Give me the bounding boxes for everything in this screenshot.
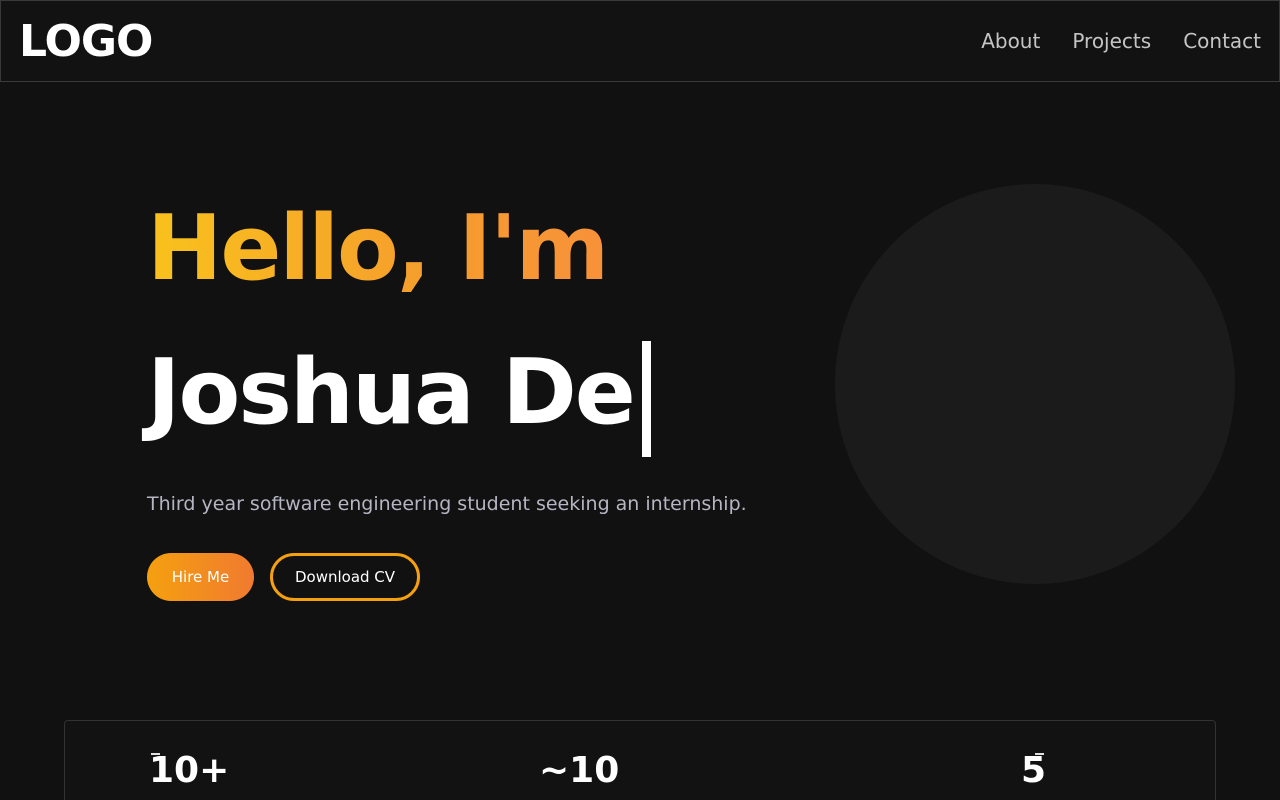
stat-item: 10+ [149, 749, 229, 793]
hero-section: Hello, I'm Joshua De Third year software… [147, 195, 807, 601]
stat-value: 10+ [149, 750, 230, 791]
hero-tagline: Third year software engineering student … [147, 493, 747, 515]
nav-link-contact[interactable]: Contact [1183, 29, 1261, 53]
stats-panel: 10+ ~10 5 [64, 720, 1216, 800]
hero-greeting: Hello, I'm [147, 196, 609, 301]
hero-name: Joshua De [147, 340, 636, 445]
hero-name-row: Joshua De [147, 335, 807, 457]
stat-dash [1035, 753, 1044, 755]
top-navbar: LOGO About Projects Contact [0, 0, 1280, 82]
download-cv-button[interactable]: Download CV [270, 553, 420, 601]
nav-link-projects[interactable]: Projects [1072, 29, 1151, 53]
hero-actions: Hire Me Download CV [147, 553, 807, 601]
nav-links: About Projects Contact [981, 29, 1261, 53]
logo[interactable]: LOGO [19, 16, 153, 67]
typing-cursor [641, 341, 651, 457]
stat-item: ~10 [539, 749, 619, 793]
nav-link-about[interactable]: About [981, 29, 1040, 53]
hero-image-placeholder [835, 184, 1235, 584]
hire-me-button[interactable]: Hire Me [147, 553, 254, 601]
stat-value: ~10 [539, 750, 620, 791]
stat-item: 5 [1021, 749, 1046, 793]
stat-value: 5 [1021, 750, 1047, 791]
stat-dash [151, 753, 160, 755]
